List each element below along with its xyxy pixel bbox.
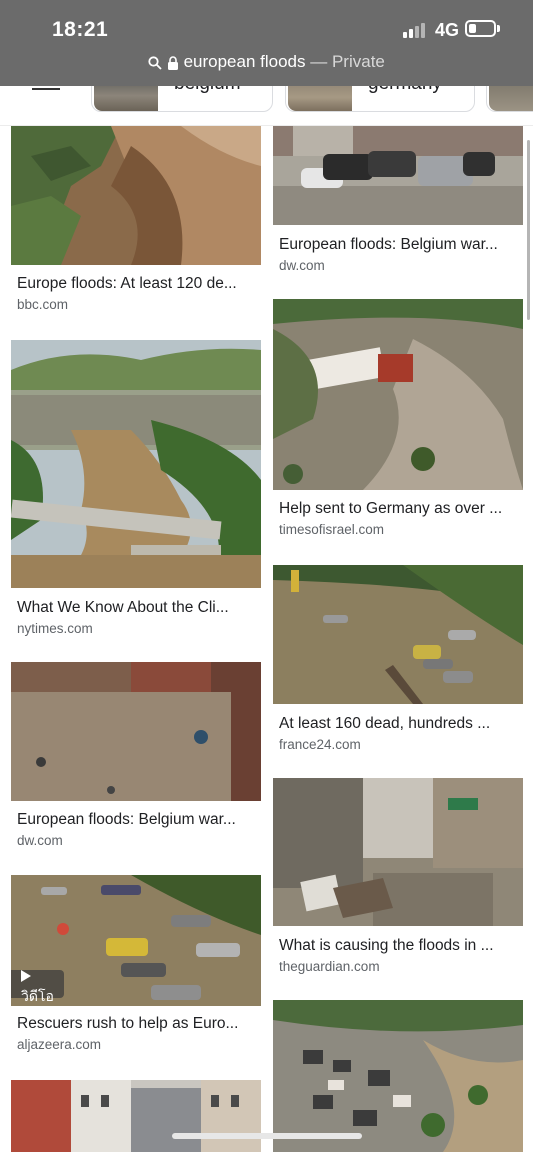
result-image xyxy=(273,126,523,225)
home-indicator[interactable] xyxy=(172,1133,362,1139)
search-icon xyxy=(148,55,162,70)
result-title: What is causing the floods in ... xyxy=(279,937,494,954)
related-searches-bar: belgium germany xyxy=(0,86,533,126)
chip-label: germany xyxy=(368,86,442,95)
result-title: At least 160 dead, hundreds ... xyxy=(279,715,491,732)
result-image xyxy=(11,126,261,265)
result-card[interactable] xyxy=(11,1080,261,1152)
result-source: dw.com xyxy=(279,258,325,273)
result-title: European floods: Belgium war... xyxy=(17,811,236,828)
chip-more[interactable] xyxy=(486,86,533,112)
result-source: aljazeera.com xyxy=(17,1037,102,1052)
result-card[interactable]: What is causing the floods in ... thegua… xyxy=(273,778,523,978)
result-source: dw.com xyxy=(17,833,63,848)
result-card[interactable]: European floods: Belgium war... dw.com xyxy=(11,662,261,862)
chip-thumbnail xyxy=(489,86,533,111)
result-card[interactable]: Europe floods: At least 120 de... bbc.co… xyxy=(11,126,261,326)
result-title: Help sent to Germany as over ... xyxy=(279,500,503,517)
result-image xyxy=(11,662,261,801)
result-source: timesofisrael.com xyxy=(279,522,385,537)
result-title: What We Know About the Cli... xyxy=(17,599,229,616)
play-icon xyxy=(21,970,31,982)
battery-icon xyxy=(465,20,496,37)
result-title: European floods: Belgium war... xyxy=(279,236,498,253)
result-card[interactable]: European floods: Belgium war... dw.com xyxy=(273,126,523,286)
chip-belgium[interactable]: belgium xyxy=(91,86,273,112)
chip-label: belgium xyxy=(174,86,241,95)
result-source: nytimes.com xyxy=(17,621,93,636)
status-time: 18:21 xyxy=(52,18,109,41)
result-card[interactable]: Help sent to Germany as over ... timesof… xyxy=(273,299,523,549)
chip-thumbnail xyxy=(288,86,352,111)
address-bar[interactable]: european floods — Private xyxy=(0,52,533,76)
result-title: Europe floods: At least 120 de... xyxy=(17,275,237,292)
result-image xyxy=(273,565,523,704)
chip-thumbnail xyxy=(94,86,158,111)
search-query: european floods xyxy=(183,52,306,71)
result-card[interactable]: วิดีโอ Rescuers rush to help as Euro... … xyxy=(11,875,261,1075)
result-image: วิดีโอ xyxy=(11,875,261,1006)
video-label: วิดีโอ xyxy=(21,988,54,1004)
network-type: 4G xyxy=(435,20,460,40)
battery-tip xyxy=(497,25,500,32)
result-image xyxy=(273,778,523,926)
lock-icon xyxy=(167,55,178,70)
result-card[interactable]: What We Know About the Cli... nytimes.co… xyxy=(11,340,261,650)
result-source: bbc.com xyxy=(17,297,69,312)
private-mode-label: Private xyxy=(331,52,385,71)
video-badge: วิดีโอ xyxy=(11,970,64,1004)
scrollbar[interactable] xyxy=(527,140,530,320)
chip-germany[interactable]: germany xyxy=(285,86,475,112)
filter-icon[interactable] xyxy=(32,86,60,94)
result-source: france24.com xyxy=(279,737,361,752)
cellular-signal-icon xyxy=(403,22,429,38)
result-image xyxy=(11,1080,261,1152)
result-image xyxy=(273,299,523,490)
result-image xyxy=(273,1000,523,1152)
result-card[interactable]: At least 160 dead, hundreds ... france24… xyxy=(273,565,523,765)
title-separator: — xyxy=(305,52,332,71)
result-image xyxy=(11,340,261,588)
status-bar: 18:21 4G european floods — Private xyxy=(0,0,533,86)
result-title: Rescuers rush to help as Euro... xyxy=(17,1015,239,1032)
result-card[interactable] xyxy=(273,1000,523,1152)
result-source: theguardian.com xyxy=(279,959,380,974)
